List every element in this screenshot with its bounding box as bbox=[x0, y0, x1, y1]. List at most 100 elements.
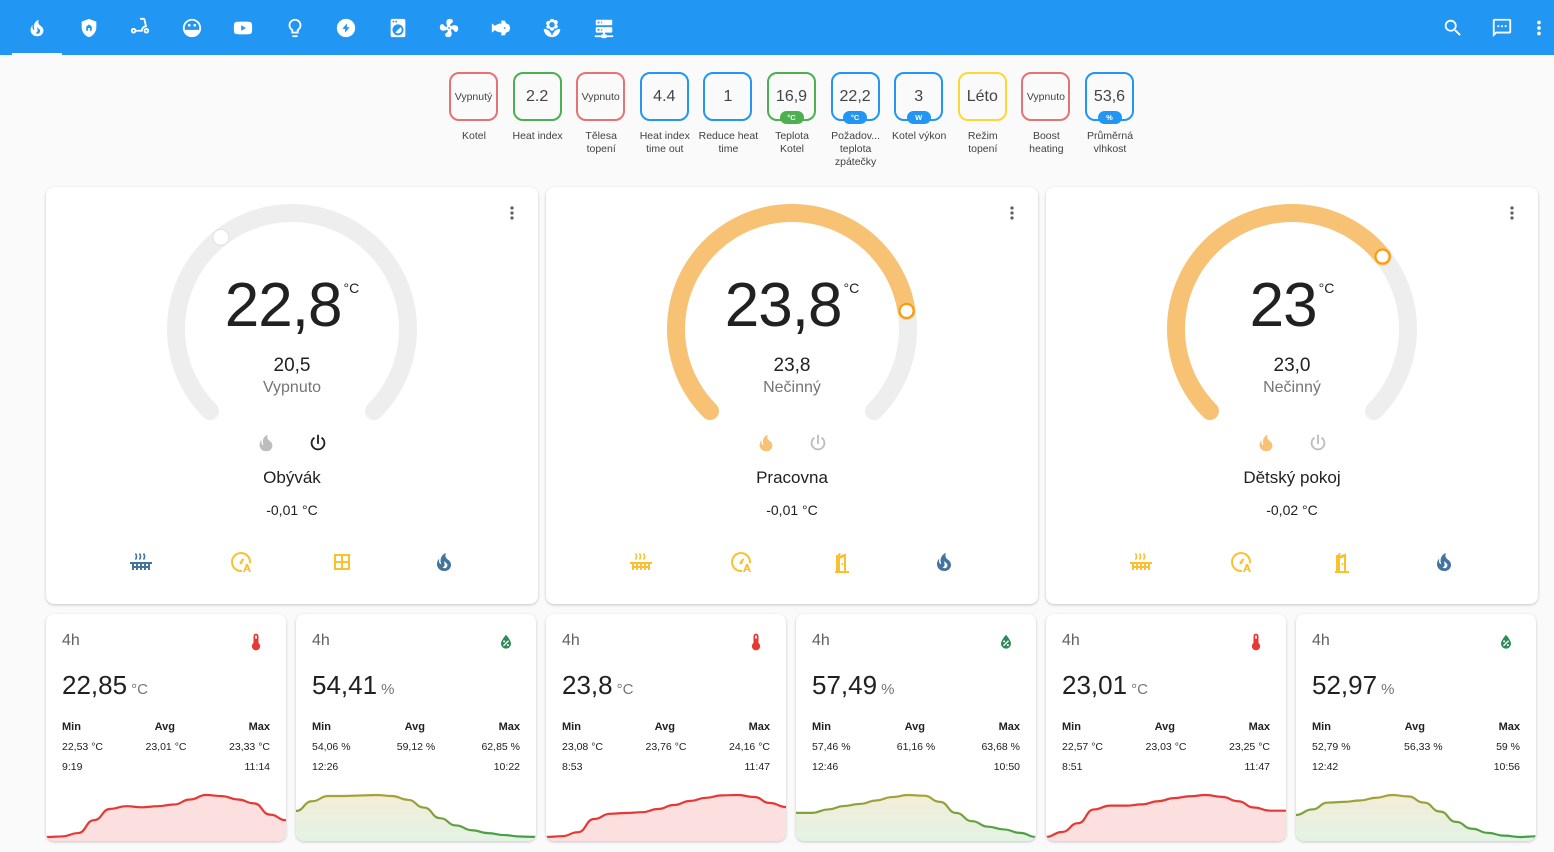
stat-times: 8:53 11:47 bbox=[562, 761, 770, 773]
avg-value: 23,03 °C bbox=[1145, 741, 1187, 753]
min-label: Min bbox=[812, 721, 831, 733]
badge-0[interactable]: Vypnutý Kotel bbox=[449, 72, 499, 143]
dial-handle[interactable] bbox=[212, 228, 230, 246]
badge-6[interactable]: 22,2 °C Požadov... teplota zpátečky bbox=[830, 72, 881, 169]
card-menu-button[interactable] bbox=[1500, 201, 1524, 225]
off-mode-button[interactable] bbox=[1307, 432, 1329, 454]
assist-button[interactable] bbox=[1482, 0, 1522, 55]
badge-value: 22,2 °C bbox=[830, 72, 880, 124]
tab-flash[interactable] bbox=[321, 0, 371, 55]
stat-period: 4h bbox=[1062, 632, 1080, 649]
stat-headers: Min Avg Max bbox=[812, 721, 1020, 733]
sensor-unit: % bbox=[1381, 681, 1395, 698]
stat-times: 12:42 10:56 bbox=[1312, 761, 1520, 773]
off-mode-button[interactable] bbox=[307, 432, 329, 454]
card-menu-button[interactable] bbox=[1000, 201, 1024, 225]
window-sensor-button[interactable] bbox=[330, 550, 354, 574]
history-sparkline bbox=[296, 793, 536, 841]
stat-period: 4h bbox=[1312, 632, 1330, 649]
temperature-sensor-card[interactable]: 4h 22,85 °C Min Avg Max 22,53 °C 23,01 °C 23,33 … bbox=[46, 614, 286, 841]
stat-values: 22,57 °C 23,03 °C 23,25 °C bbox=[1062, 741, 1270, 753]
dial-handle[interactable] bbox=[1374, 248, 1391, 265]
server-icon bbox=[594, 19, 613, 38]
window-sensor-button[interactable] bbox=[830, 550, 854, 574]
window-sensor-button[interactable] bbox=[1330, 550, 1354, 574]
humidity-sensor-card[interactable]: 4h 54,41% Min Avg Max 54,06 % 59,12 % 62,85 % 12… bbox=[296, 614, 536, 841]
badge-3[interactable]: 4.4 Heat index time out bbox=[640, 72, 690, 156]
humidity-sensor-card[interactable]: 4h 52,97% Min Avg Max 52,79 % 56,33 % 59 % 12:42… bbox=[1296, 614, 1536, 841]
avg-value: 56,33 % bbox=[1404, 741, 1443, 753]
badge-4[interactable]: 1 Reduce heat time bbox=[699, 72, 758, 156]
temperature-sensor-card[interactable]: 4h 23,01 °C Min Avg Max 22,57 °C 23,03 °C 23,25 … bbox=[1046, 614, 1286, 841]
badge-label: Boost heating bbox=[1029, 130, 1064, 155]
min-label: Min bbox=[1312, 721, 1331, 733]
hvac-modes bbox=[1046, 432, 1538, 454]
fan-icon bbox=[439, 18, 459, 37]
auto-mode-button[interactable] bbox=[229, 550, 253, 574]
min-value: 52,79 % bbox=[1312, 741, 1351, 753]
off-mode-button[interactable] bbox=[807, 432, 829, 454]
min-label: Min bbox=[62, 721, 81, 733]
door-open-icon bbox=[1335, 553, 1349, 573]
tab-lightbulb[interactable] bbox=[270, 0, 320, 55]
avg-value: 23,01 °C bbox=[145, 741, 187, 753]
tab-washing-machine[interactable] bbox=[373, 0, 423, 55]
card-menu-button[interactable] bbox=[500, 201, 524, 225]
auto-mode-button[interactable] bbox=[1229, 550, 1253, 574]
min-time: 12:26 bbox=[312, 761, 339, 773]
tab-youtube[interactable] bbox=[218, 0, 268, 55]
tab-server[interactable] bbox=[579, 0, 629, 55]
sensor-unit: % bbox=[381, 681, 395, 698]
badge-1[interactable]: 2.2 Heat index bbox=[512, 72, 563, 143]
badge-10[interactable]: 53,6% Průměrná vlhkost bbox=[1085, 72, 1135, 156]
thermostat-card: 23 °C 23,0 Nečinný Dětský pokoj -0,02 °C bbox=[1046, 187, 1538, 604]
max-time: 10:22 bbox=[493, 761, 520, 773]
tab-home-shield[interactable] bbox=[64, 0, 114, 55]
badge-7[interactable]: 3 W Kotel výkon bbox=[892, 72, 946, 143]
humidity-sensor-card[interactable]: 4h 57,49% Min Avg Max 57,46 % 61,16 % 63,68 % 12… bbox=[796, 614, 1036, 841]
boiler-button[interactable] bbox=[1432, 550, 1456, 574]
heat-mode-button[interactable] bbox=[255, 432, 277, 454]
badge-8[interactable]: Léto Režim topení bbox=[957, 72, 1008, 156]
min-time: 8:53 bbox=[562, 761, 583, 773]
thermometer-icon bbox=[1246, 630, 1266, 654]
radiator-button[interactable] bbox=[628, 550, 652, 574]
tab-scooter[interactable] bbox=[115, 0, 165, 55]
boiler-button[interactable] bbox=[432, 550, 456, 574]
temperature-sensor-card[interactable]: 4h 23,8 °C Min Avg Max 23,08 °C 23,76 °C 24,16 °… bbox=[546, 614, 786, 841]
overflow-menu-button[interactable] bbox=[1524, 0, 1554, 55]
tab-flower[interactable] bbox=[527, 0, 577, 55]
max-value: 62,85 % bbox=[481, 741, 520, 753]
sensor-unit: % bbox=[881, 681, 895, 698]
tab-fan[interactable] bbox=[424, 0, 474, 55]
heat-mode-button[interactable] bbox=[1255, 432, 1277, 454]
badge-9[interactable]: Vypnuto Boost heating bbox=[1021, 72, 1071, 156]
boiler-button[interactable] bbox=[932, 550, 956, 574]
badge-label: Kotel výkon bbox=[892, 130, 947, 142]
current-temperature-value: 23 bbox=[1249, 271, 1318, 340]
min-time: 8:51 bbox=[1062, 761, 1083, 773]
fire-icon bbox=[436, 553, 451, 571]
avg-label: Avg bbox=[1154, 721, 1175, 733]
stat-headers: Min Avg Max bbox=[1062, 721, 1270, 733]
hvac-status: Vypnuto bbox=[262, 379, 322, 396]
badge-label: Tělesa topení bbox=[585, 130, 617, 155]
stat-period: 4h bbox=[62, 632, 80, 649]
tab-fire[interactable] bbox=[12, 0, 62, 55]
heat-mode-button[interactable] bbox=[755, 432, 777, 454]
badge-2[interactable]: Vypnuto Tělesa topení bbox=[576, 72, 626, 156]
search-button[interactable] bbox=[1433, 0, 1473, 55]
top-app-bar bbox=[0, 0, 1554, 55]
auto-mode-button[interactable] bbox=[729, 550, 753, 574]
tab-fish[interactable] bbox=[476, 0, 526, 55]
radiator-button[interactable] bbox=[128, 550, 152, 574]
radiator-button[interactable] bbox=[1128, 550, 1152, 574]
stat-headers: Min Avg Max bbox=[1312, 721, 1520, 733]
avg-value: 23,76 °C bbox=[645, 741, 687, 753]
tab-robot-vacuum[interactable] bbox=[167, 0, 217, 55]
badge-5[interactable]: 16,9 °C Teplota Kotel bbox=[767, 72, 817, 156]
max-value: 23,25 °C bbox=[1229, 741, 1270, 753]
badge-unit: °C bbox=[779, 111, 804, 124]
hvac-modes bbox=[546, 432, 1038, 454]
stat-values: 23,08 °C 23,76 °C 24,16 °C bbox=[562, 741, 770, 753]
